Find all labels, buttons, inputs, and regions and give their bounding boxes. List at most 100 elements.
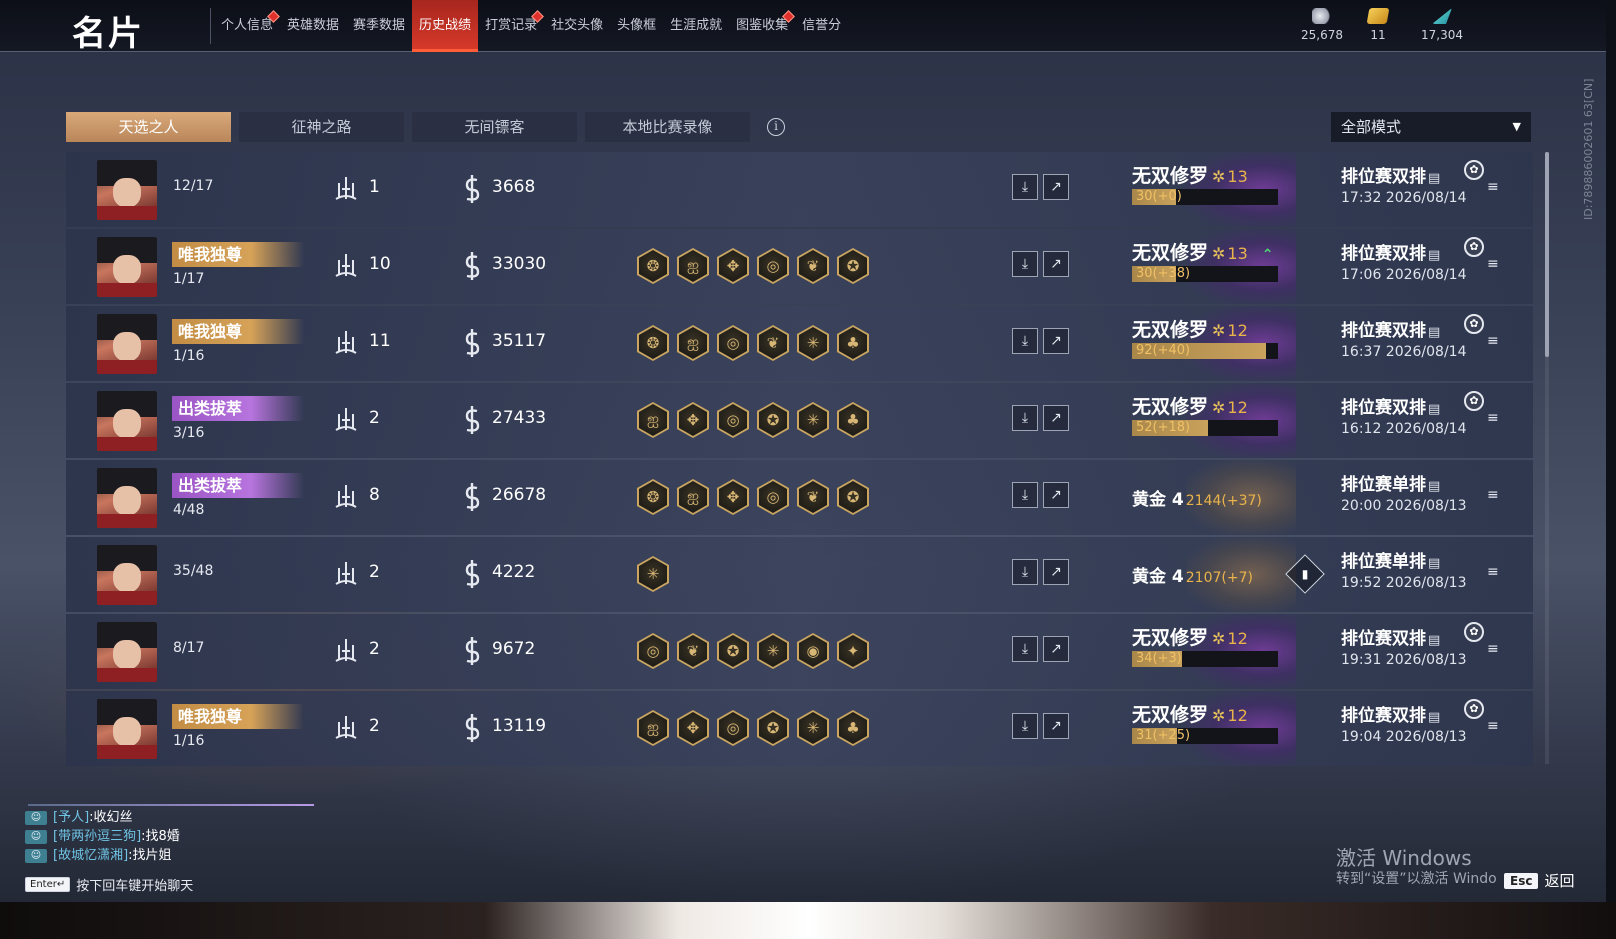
download-button[interactable]: ⤓ bbox=[1012, 174, 1038, 200]
team-icon[interactable]: ✿ bbox=[1464, 237, 1484, 257]
share-button[interactable]: ↗ bbox=[1043, 482, 1069, 508]
menu-icon[interactable]: ≡ bbox=[1487, 411, 1503, 425]
equipment-hex-icon: ◎ bbox=[717, 402, 749, 438]
scrollbar[interactable] bbox=[1545, 152, 1549, 357]
tab-2[interactable]: 无间镖客 bbox=[412, 112, 577, 142]
menu-icon[interactable]: ≡ bbox=[1487, 334, 1503, 348]
equipment-hex-icon: ✪ bbox=[837, 248, 869, 284]
nav-tab-5[interactable]: 社交头像 bbox=[544, 0, 610, 52]
equipment-glyph: ✥ bbox=[686, 719, 700, 737]
copy-icon[interactable]: ▤ bbox=[1428, 633, 1440, 648]
rank-progress-text: 30(+0) bbox=[1136, 189, 1182, 204]
chat-sender[interactable]: [带两孙逗三狗] bbox=[53, 827, 141, 846]
download-button[interactable]: ⤓ bbox=[1012, 636, 1038, 662]
mode-select[interactable]: 全部模式 ▼ bbox=[1331, 112, 1531, 142]
equipment-hex-icon: ✥ bbox=[717, 248, 749, 284]
chat-text: :找片姐 bbox=[128, 848, 172, 863]
match-row[interactable]: 唯我独尊 1/16 11 35117 ❂ ஐ ◎ ❦ ✳ ♣ ⤓ ↗ 无双修罗 ✲ 12 92(+40) 排位赛… bbox=[66, 306, 1533, 381]
copy-icon[interactable]: ▤ bbox=[1428, 402, 1440, 417]
rank-progress-text: 92(+40) bbox=[1136, 343, 1191, 358]
menu-icon[interactable]: ≡ bbox=[1487, 257, 1503, 271]
team-icon[interactable]: ✿ bbox=[1464, 314, 1484, 334]
score-icon bbox=[461, 482, 483, 512]
copy-icon[interactable]: ▤ bbox=[1428, 556, 1440, 571]
download-button[interactable]: ⤓ bbox=[1012, 405, 1038, 431]
rank-progress-bar: 52(+18) bbox=[1132, 420, 1278, 436]
copy-icon[interactable]: ▤ bbox=[1428, 248, 1440, 263]
divider bbox=[210, 8, 211, 44]
nav-tab-6[interactable]: 头像框 bbox=[610, 0, 663, 52]
match-row[interactable]: 唯我独尊 1/17 10 33030 ❂ ஐ ✥ ◎ ❦ ✪ ⤓ ↗ 无双修罗 ✲ 13 ⌃ 30(+38) 排位… bbox=[66, 229, 1533, 304]
team-icon[interactable]: ✿ bbox=[1464, 699, 1484, 719]
copy-icon[interactable]: ▤ bbox=[1428, 171, 1440, 186]
menu-icon[interactable]: ≡ bbox=[1487, 488, 1503, 502]
tab-3[interactable]: 本地比赛录像 bbox=[585, 112, 750, 142]
download-button[interactable]: ⤓ bbox=[1012, 328, 1038, 354]
avatar-cloth bbox=[97, 206, 157, 220]
share-button[interactable]: ↗ bbox=[1043, 636, 1069, 662]
nav-tab-9[interactable]: 信誉分 bbox=[795, 0, 848, 52]
equipment-hex-icon: ✳ bbox=[797, 402, 829, 438]
rank-progress-text: 34(+3) bbox=[1136, 651, 1182, 666]
match-row[interactable]: 出类拔萃 3/16 2 27433 ஐ ✥ ◎ ✪ ✳ ♣ ⤓ ↗ 无双修罗 ✲ 12 52(+18) 排位赛双… bbox=[66, 383, 1533, 458]
copy-icon[interactable]: ▤ bbox=[1428, 325, 1440, 340]
team-icon[interactable]: ✿ bbox=[1464, 622, 1484, 642]
equipment-hex-icon: ❦ bbox=[797, 248, 829, 284]
avatar-face bbox=[113, 486, 141, 516]
tab-0[interactable]: 天选之人 bbox=[66, 112, 231, 142]
menu-icon[interactable]: ≡ bbox=[1487, 180, 1503, 194]
download-button[interactable]: ⤓ bbox=[1012, 482, 1038, 508]
equipment-glyph: ✳ bbox=[646, 565, 660, 583]
chat-sender[interactable]: [予人] bbox=[53, 808, 89, 827]
equipment-glyph: ◉ bbox=[806, 642, 820, 660]
nav-tab-0[interactable]: 个人信息 bbox=[214, 0, 280, 52]
equipment-glyph: ஐ bbox=[686, 333, 700, 351]
nav-tab-4[interactable]: 打赏记录 bbox=[478, 0, 544, 52]
top-nav: 个人信息 英雄数据 赛季数据 历史战绩 打赏记录 社交头像 头像框 生涯成就 图鉴收集 信誉分 bbox=[214, 0, 848, 52]
info-icon[interactable]: i bbox=[767, 118, 785, 136]
match-time: 19:31 2026/08/13 bbox=[1341, 652, 1467, 668]
team-icon[interactable]: ✿ bbox=[1464, 391, 1484, 411]
rating-badge: 出类拔萃 bbox=[172, 473, 304, 498]
menu-icon[interactable]: ≡ bbox=[1487, 565, 1503, 579]
menu-icon[interactable]: ≡ bbox=[1487, 642, 1503, 656]
nav-tab-2[interactable]: 赛季数据 bbox=[346, 0, 412, 52]
equipment-glyph: ✳ bbox=[806, 411, 820, 429]
copy-icon[interactable]: ▤ bbox=[1428, 710, 1440, 725]
equipment-list: ✳ bbox=[637, 556, 669, 592]
match-row[interactable]: 12/17 1 3668 ⤓ ↗ 无双修罗 ✲ 13 30(+0) 排位赛双排 ▤ 17:32 202… bbox=[66, 152, 1533, 227]
placement-rank: 8/17 bbox=[173, 640, 205, 656]
share-button[interactable]: ↗ bbox=[1043, 174, 1069, 200]
share-button[interactable]: ↗ bbox=[1043, 328, 1069, 354]
menu-icon[interactable]: ≡ bbox=[1487, 719, 1503, 733]
share-button[interactable]: ↗ bbox=[1043, 713, 1069, 739]
rank-tier-level: 12 bbox=[1227, 629, 1248, 648]
match-row[interactable]: 唯我独尊 1/16 2 13119 ஐ ✥ ◎ ✪ ✳ ♣ ⤓ ↗ 无双修罗 ✲ 12 31(+25) 排位赛双… bbox=[66, 691, 1533, 766]
match-row[interactable]: 8/17 2 9672 ◎ ❦ ✪ ✳ ◉ ✦ ⤓ ↗ 无双修罗 ✲ 12 34(+3) 排位赛双排 ▤ 19:3… bbox=[66, 614, 1533, 689]
nav-tab-8[interactable]: 图鉴收集 bbox=[729, 0, 796, 52]
share-button[interactable]: ↗ bbox=[1043, 251, 1069, 277]
download-button[interactable]: ⤓ bbox=[1012, 251, 1038, 277]
match-row[interactable]: 35/48 2 4222 ✳ ⤓ ↗ 黄金 4 2107(+7) ▮ 排位赛单排 ▤ 19:52 20… bbox=[66, 537, 1533, 612]
star-icon: ✲ bbox=[1212, 629, 1226, 648]
tab-1[interactable]: 征神之路 bbox=[239, 112, 404, 142]
download-button[interactable]: ⤓ bbox=[1012, 559, 1038, 585]
nav-tab-3[interactable]: 历史战绩 bbox=[412, 0, 479, 52]
placement-rank: 35/48 bbox=[173, 563, 214, 579]
player-avatar bbox=[97, 160, 157, 220]
share-button[interactable]: ↗ bbox=[1043, 405, 1069, 431]
chat-sender[interactable]: [故城忆潇湘] bbox=[53, 846, 128, 865]
match-row[interactable]: 出类拔萃 4/48 8 26678 ❂ ஐ ✥ ◎ ❦ ✪ ⤓ ↗ 黄金 4 2144(+37) 排位赛单排… bbox=[66, 460, 1533, 535]
nav-tab-1[interactable]: 英雄数据 bbox=[280, 0, 346, 52]
nav-tab-7[interactable]: 生涯成就 bbox=[663, 0, 729, 52]
team-icon[interactable]: ✿ bbox=[1464, 160, 1484, 180]
share-button[interactable]: ↗ bbox=[1043, 559, 1069, 585]
rank-progress-bar: 92(+40) bbox=[1132, 343, 1278, 359]
back-button[interactable]: Esc 返回 bbox=[1504, 870, 1574, 891]
equipment-glyph: ✦ bbox=[846, 642, 860, 660]
copy-icon[interactable]: ▤ bbox=[1428, 479, 1440, 494]
currency-feathers: 17,304 bbox=[1412, 8, 1472, 42]
download-button[interactable]: ⤓ bbox=[1012, 713, 1038, 739]
equipment-glyph: ✪ bbox=[766, 411, 780, 429]
nav-tab-label: 打赏记录 bbox=[485, 18, 538, 33]
